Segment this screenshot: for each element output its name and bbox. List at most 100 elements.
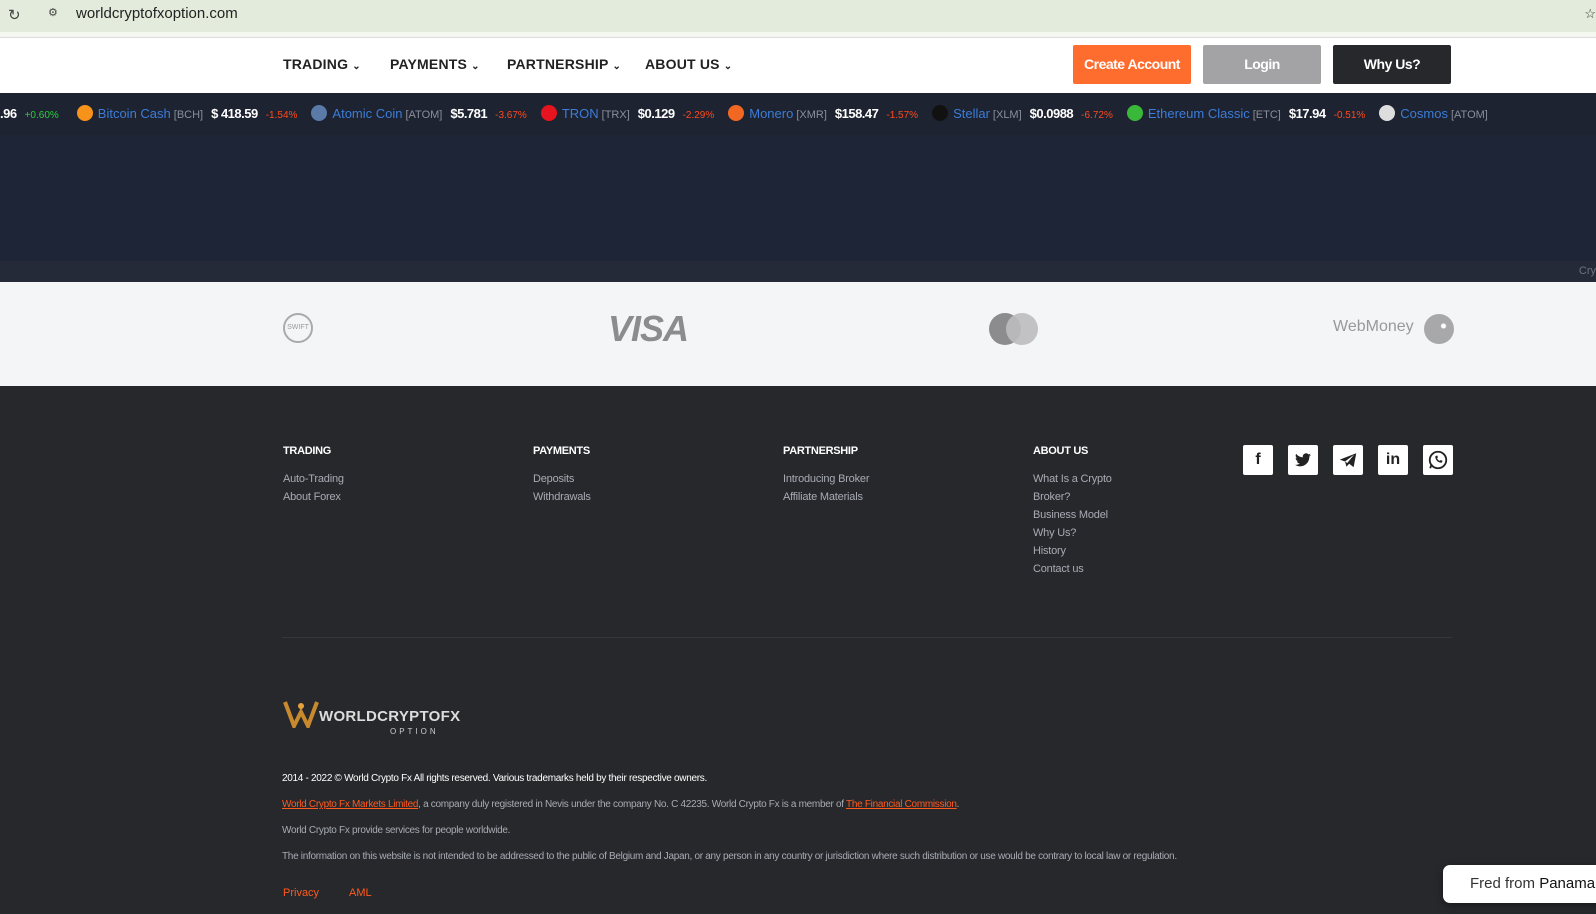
copyright-text: 2014 - 2022 © World Crypto Fx All rights…: [282, 773, 707, 784]
linkedin-icon[interactable]: in: [1378, 445, 1408, 475]
coin-symbol: [ETC]: [1252, 109, 1281, 121]
coin-name: Cosmos: [1400, 106, 1448, 121]
coin-symbol: [TRX]: [601, 109, 630, 121]
footer-heading-about-us: ABOUT US: [1033, 445, 1089, 457]
coin-icon: [311, 105, 328, 121]
coin-change: -1.57%: [886, 110, 919, 121]
payment-methods: SWIFT VISA WebMoney: [0, 282, 1596, 386]
ticker-item[interactable]: .96 +0.60%: [0, 93, 59, 135]
site-info-icon[interactable]: ⚙: [48, 6, 58, 19]
chevron-down-icon: ⌄: [352, 61, 361, 72]
ticker-item[interactable]: TRON [TRX] $0.129 -2.29%: [540, 93, 714, 135]
company-link[interactable]: World Crypto Fx Markets Limited: [282, 799, 418, 810]
coin-symbol: [ATOM]: [405, 109, 443, 121]
coin-symbol: [BCH]: [173, 109, 204, 121]
coin-price: $0.129: [637, 106, 675, 121]
coin-icon: [1126, 105, 1143, 121]
reload-icon[interactable]: ↻: [8, 6, 21, 24]
coin-name: Bitcoin Cash: [97, 106, 171, 121]
ticker-item[interactable]: Bitcoin Cash [BCH] $ 418.59 -1.54%: [76, 93, 298, 135]
swift-logo: SWIFT: [283, 313, 313, 343]
ticker-item[interactable]: Monero [XMR] $158.47 -1.57%: [728, 93, 918, 135]
coin-icon: [76, 105, 93, 121]
whatsapp-icon[interactable]: [1423, 445, 1453, 475]
coin-change: -6.72%: [1081, 110, 1113, 121]
visa-logo: VISA: [608, 308, 689, 349]
coin-price: .96: [0, 106, 17, 121]
chevron-down-icon: ⌄: [612, 61, 622, 72]
nav-payments[interactable]: PAYMENTS ⌄: [390, 56, 480, 72]
toast-place: Panama: [1539, 875, 1596, 892]
bookmark-star-icon[interactable]: ☆: [1584, 6, 1596, 22]
company-text: , a company duly registered in Nevis und…: [418, 799, 847, 810]
footer-link[interactable]: Deposits: [533, 470, 591, 488]
coin-change: -0.51%: [1333, 110, 1366, 121]
period: .: [956, 799, 960, 810]
webmoney-globe-icon: [1424, 314, 1454, 344]
ticker-item[interactable]: Cosmos [ATOM]: [1379, 93, 1488, 135]
nav-label: PARTNERSHIP: [507, 56, 609, 72]
create-account-button[interactable]: Create Account: [1073, 45, 1191, 84]
footer-link[interactable]: About Forex: [283, 488, 344, 506]
disclaimer-text: The information on this website is not i…: [282, 851, 1177, 862]
coin-icon: [728, 105, 745, 121]
logo-text: WORLDCRYPTOFX: [319, 708, 461, 725]
chevron-down-icon: ⌄: [471, 61, 480, 72]
footer-link[interactable]: What Is a Crypto: [1033, 470, 1112, 488]
coin-change: -3.67%: [495, 110, 527, 121]
main-nav: TRADING ⌄ PAYMENTS ⌄ PARTNERSHIP ⌄ ABOUT US…: [0, 38, 1596, 93]
hero-strip: Cry: [0, 261, 1596, 282]
coin-icon: [932, 105, 949, 121]
coin-price: $0.0988: [1029, 106, 1074, 121]
coin-name: Atomic Coin: [332, 106, 403, 121]
webmoney-label: WebMoney: [1333, 318, 1414, 335]
coin-price: $17.94: [1288, 106, 1326, 121]
twitter-icon[interactable]: [1288, 445, 1318, 475]
coin-change: -1.54%: [265, 110, 298, 121]
coin-icon: [540, 105, 557, 121]
coin-name: Ethereum Classic: [1147, 106, 1250, 121]
telegram-icon[interactable]: [1333, 445, 1363, 475]
footer-links-trading: Auto-Trading About Forex: [283, 470, 344, 506]
coin-symbol: [XMR]: [796, 109, 827, 121]
footer-divider: [282, 637, 1452, 638]
footer-link[interactable]: History: [1033, 542, 1112, 560]
footer-link[interactable]: Introducing Broker: [783, 470, 869, 488]
nav-trading[interactable]: TRADING ⌄: [283, 56, 361, 72]
why-us-button[interactable]: Why Us?: [1333, 45, 1451, 84]
financial-commission-link[interactable]: The Financial Commission: [846, 799, 957, 810]
footer-link[interactable]: Contact us: [1033, 560, 1112, 578]
mastercard-logo-circle: [1006, 313, 1038, 345]
footer-link[interactable]: Withdrawals: [533, 488, 591, 506]
footer-link[interactable]: Business Model: [1033, 506, 1112, 524]
coin-icon: [1379, 105, 1396, 121]
privacy-link[interactable]: Privacy: [283, 887, 319, 899]
nav-label: PAYMENTS: [390, 56, 468, 72]
nav-partnership[interactable]: PARTNERSHIP ⌄: [507, 56, 621, 72]
facebook-icon[interactable]: f: [1243, 445, 1273, 475]
hero-caption: Cry: [1578, 265, 1596, 277]
coin-price: $158.47: [834, 106, 879, 121]
coin-symbol: [ATOM]: [1450, 109, 1488, 121]
login-button[interactable]: Login: [1203, 45, 1321, 84]
coin-name: TRON: [561, 106, 599, 121]
footer-links-payments: Deposits Withdrawals: [533, 470, 591, 506]
ticker-item[interactable]: Stellar [XLM] $0.0988 -6.72%: [932, 93, 1113, 135]
hero-banner: [0, 135, 1596, 261]
footer-links-about-us: What Is a Crypto Broker? Business Model …: [1033, 470, 1112, 578]
aml-link[interactable]: AML: [349, 887, 372, 899]
ticker-item[interactable]: Atomic Coin [ATOM] $5.781 -3.67%: [311, 93, 527, 135]
swift-label: SWIFT: [287, 324, 309, 331]
coin-price: $5.781: [450, 106, 488, 121]
coin-price: $ 418.59: [211, 106, 258, 121]
url-field[interactable]: worldcryptofxoption.com: [76, 5, 238, 22]
footer-link[interactable]: Affiliate Materials: [783, 488, 869, 506]
nav-label: ABOUT US: [645, 56, 720, 72]
footer-link[interactable]: Auto-Trading: [283, 470, 344, 488]
footer-link[interactable]: Broker?: [1033, 488, 1112, 506]
nav-about-us[interactable]: ABOUT US ⌄: [645, 56, 732, 72]
ticker-item[interactable]: Ethereum Classic [ETC] $17.94 -0.51%: [1126, 93, 1366, 135]
toast-prefix: Fred from: [1470, 875, 1540, 892]
footer-link[interactable]: Why Us?: [1033, 524, 1112, 542]
coin-name: Stellar: [953, 106, 990, 121]
